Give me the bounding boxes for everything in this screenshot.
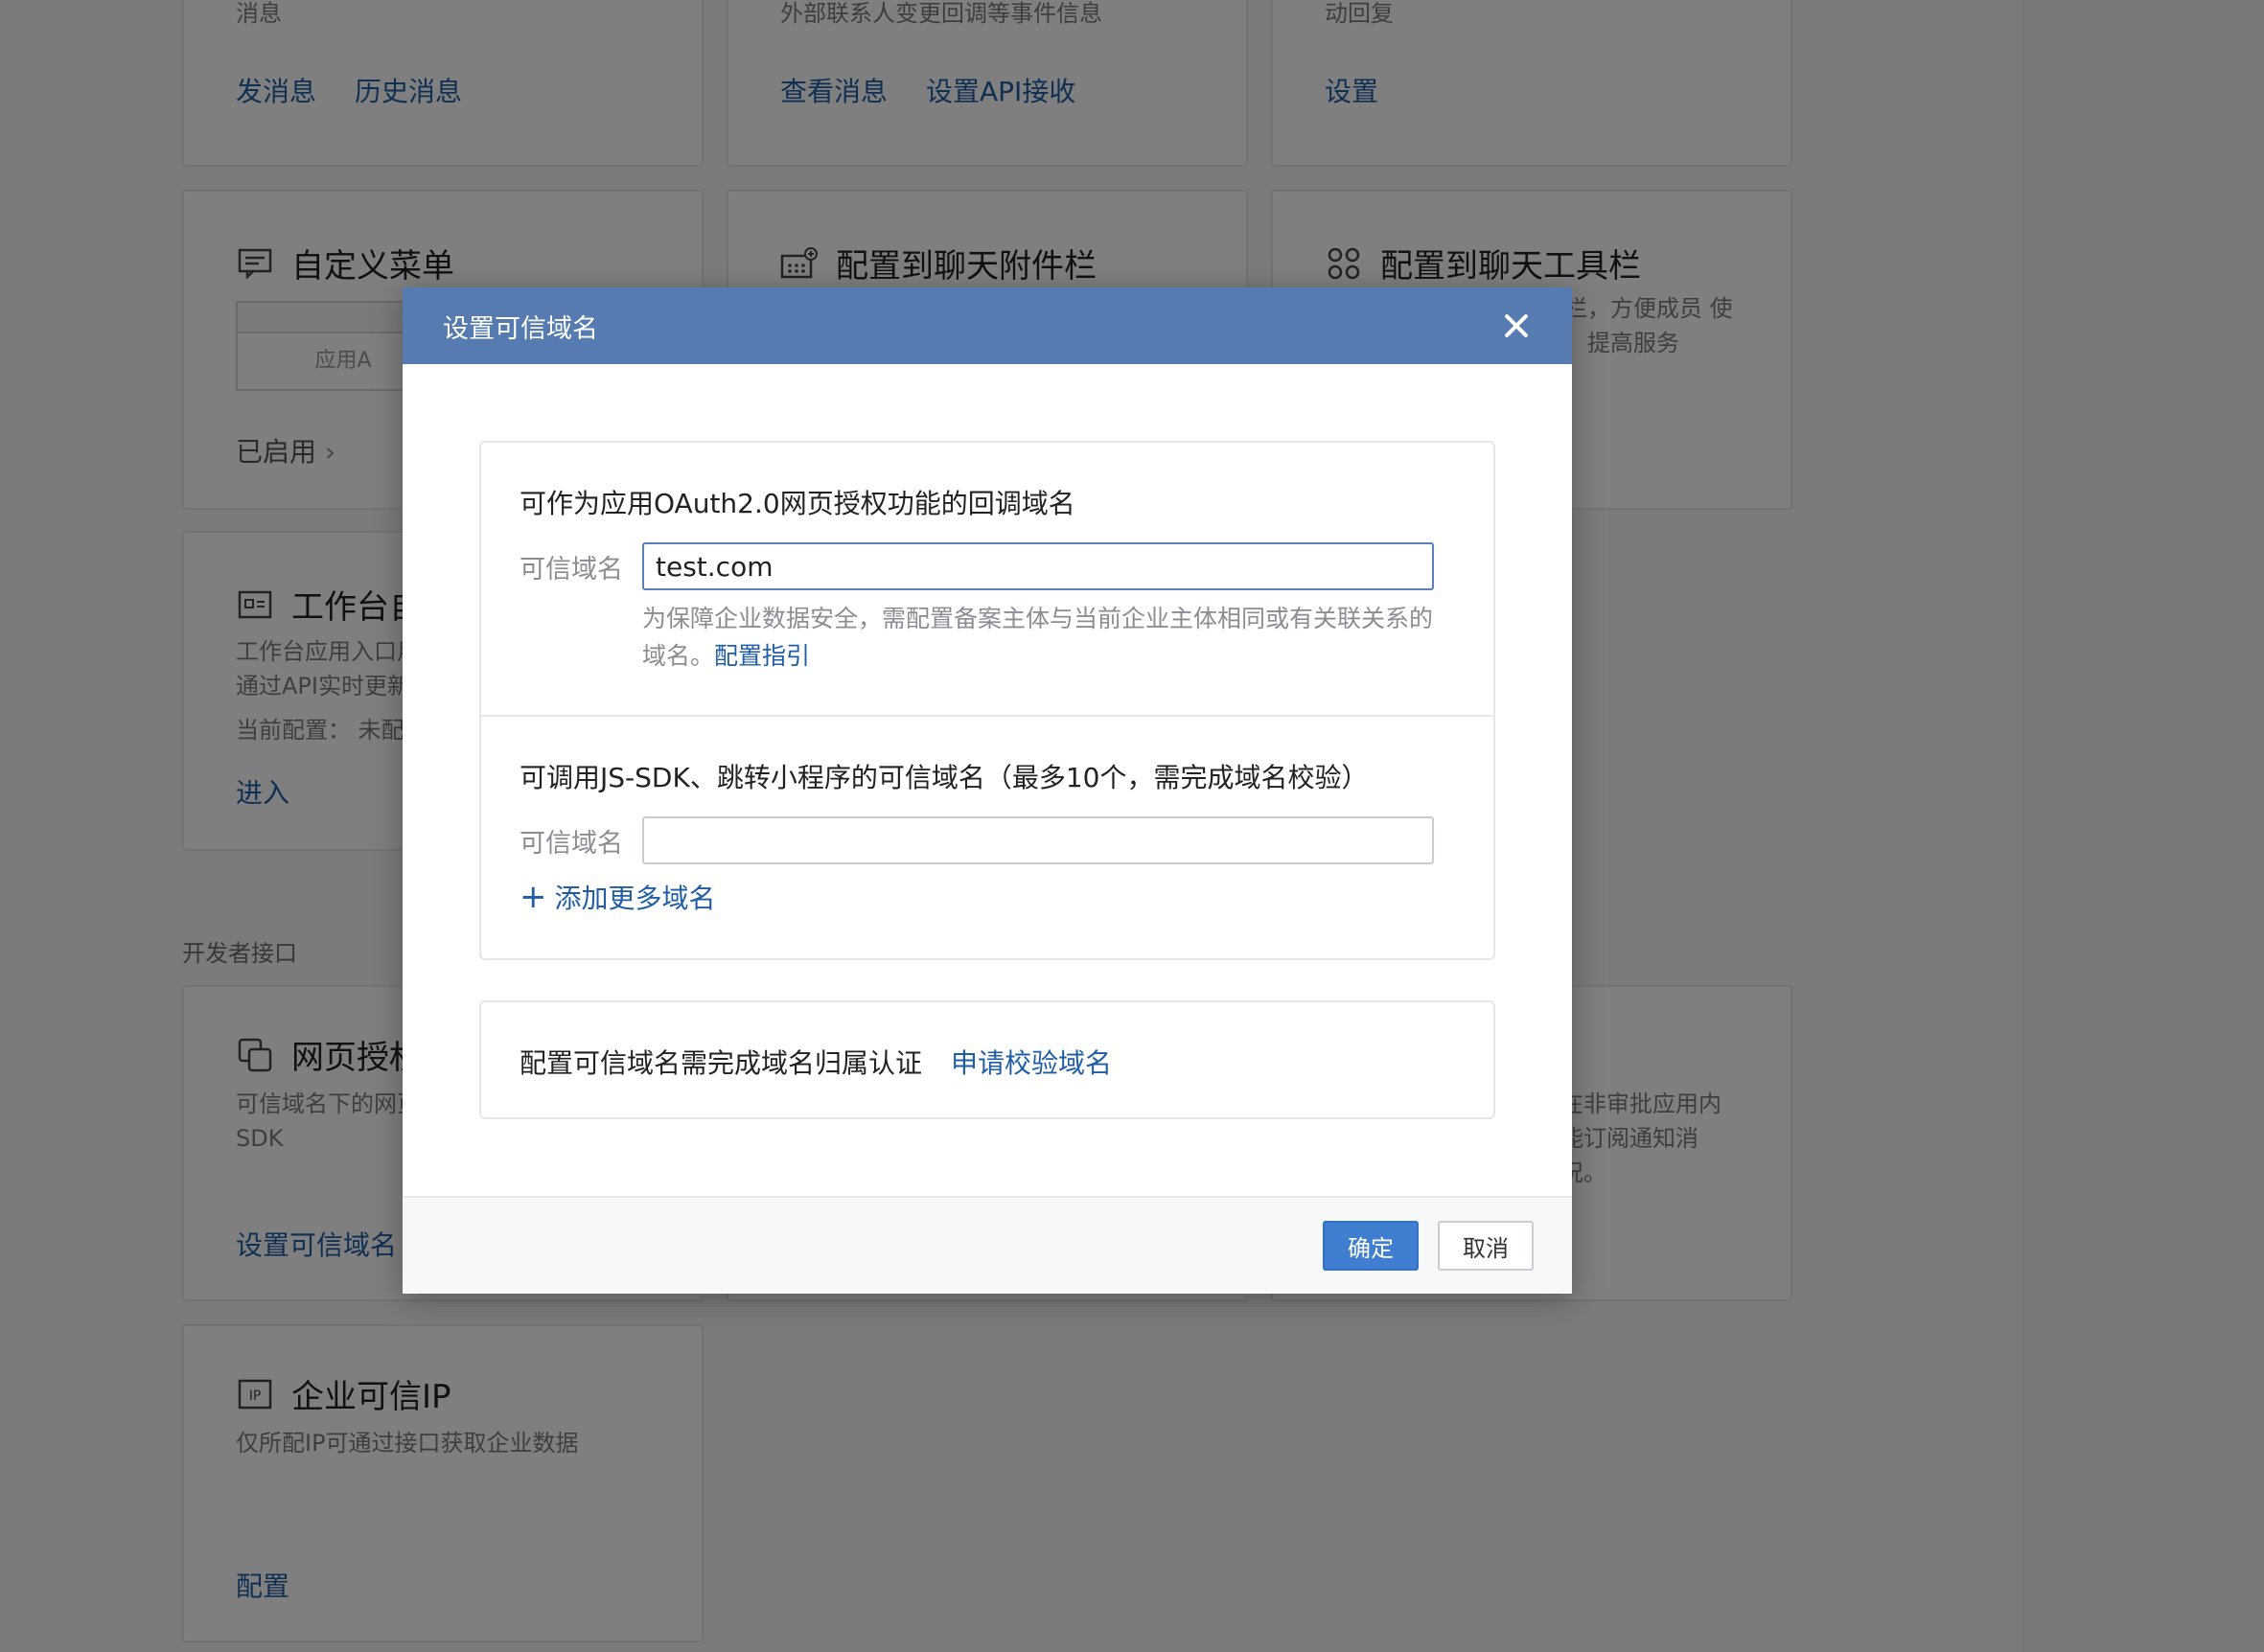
jssdk-heading: 可调用JS-SDK、跳转小程序的可信域名（最多10个，需完成域名校验）: [520, 762, 1369, 793]
domain-verify-panel: 配置可信域名需完成域名归属认证 申请校验域名: [479, 1000, 1495, 1119]
domain-settings-panel: 可作为应用OAuth2.0网页授权功能的回调域名 可信域名 为保障企业数据安全，…: [479, 441, 1495, 960]
cancel-button[interactable]: 取消: [1438, 1221, 1534, 1271]
jssdk-domain-input[interactable]: [642, 816, 1434, 864]
add-more-domains-button[interactable]: + 添加更多域名: [520, 878, 716, 916]
oauth-domain-input[interactable]: [642, 542, 1434, 590]
verify-text: 配置可信域名需完成域名归属认证 申请校验域名: [520, 1043, 1112, 1081]
apply-verify-domain-link[interactable]: 申请校验域名: [951, 1043, 1112, 1081]
trusted-domain-dialog: 设置可信域名 可作为应用OAuth2.0网页授权功能的回调域名 可信域名 为保障…: [403, 287, 1572, 1294]
config-guide-link[interactable]: 配置指引: [714, 642, 810, 670]
add-more-label: 添加更多域名: [554, 883, 716, 914]
close-icon[interactable]: [1499, 309, 1534, 343]
dialog-title: 设置可信域名: [443, 313, 598, 344]
jssdk-domain-label: 可信域名: [520, 829, 623, 859]
dialog-header: 设置可信域名: [403, 287, 1572, 364]
oauth-domain-label: 可信域名: [520, 555, 623, 585]
plus-icon: +: [520, 878, 547, 916]
oauth-heading: 可作为应用OAuth2.0网页授权功能的回调域名: [520, 488, 1075, 519]
dialog-footer: 确定 取消: [403, 1196, 1572, 1294]
verify-description: 配置可信域名需完成域名归属认证: [520, 1047, 923, 1079]
panel-divider: [481, 715, 1493, 717]
confirm-button[interactable]: 确定: [1323, 1221, 1419, 1271]
oauth-hint: 为保障企业数据安全，需配置备案主体与当前企业主体相同或有关联关系的域名。配置指引: [642, 600, 1447, 675]
